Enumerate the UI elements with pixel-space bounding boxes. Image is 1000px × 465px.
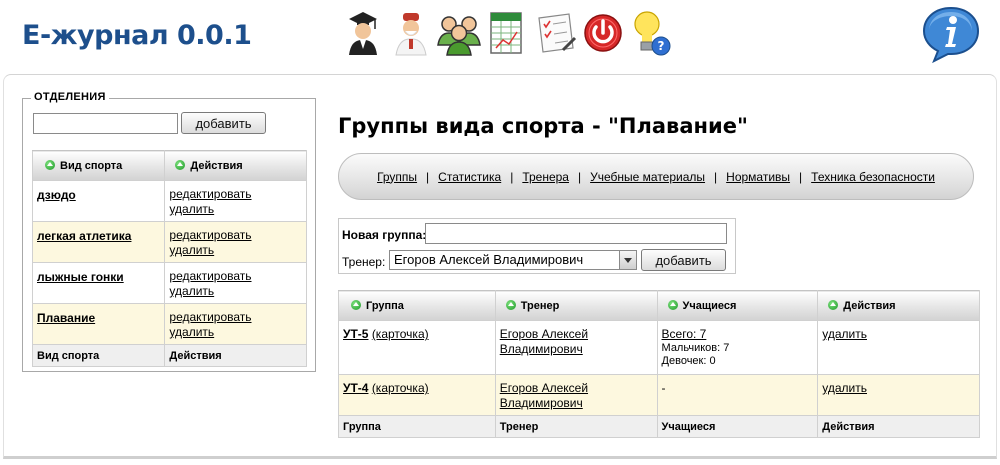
- nav-separator: |: [577, 169, 582, 184]
- nav-standards[interactable]: Нормативы: [726, 170, 790, 184]
- nav-statistics[interactable]: Статистика: [438, 170, 501, 184]
- trainer-link[interactable]: Владимирович: [500, 342, 653, 357]
- sport-link[interactable]: Плавание: [37, 311, 95, 325]
- trainer-column-footer: Тренер: [494, 415, 658, 438]
- sport-link[interactable]: дзюдо: [37, 188, 76, 202]
- nav-separator: |: [799, 169, 803, 184]
- delete-link[interactable]: удалить: [169, 325, 302, 340]
- app-title: Е-журнал 0.0.1: [22, 20, 252, 51]
- svg-text:?: ?: [658, 39, 665, 53]
- delete-link[interactable]: удалить: [169, 243, 302, 258]
- main-toolbar: ?: [340, 8, 674, 60]
- nav-groups[interactable]: Группы: [377, 170, 417, 184]
- nav-materials[interactable]: Учебные материалы: [590, 170, 705, 184]
- delete-group-link[interactable]: удалить: [822, 381, 975, 396]
- sort-icon: [175, 159, 186, 170]
- students-empty: -: [661, 381, 666, 395]
- table-row: УТ-4 (карточка) Егоров Алексей Владимиров…: [338, 374, 980, 416]
- trainer-column-header[interactable]: Тренер: [494, 290, 658, 321]
- group-card-link[interactable]: (карточка): [372, 327, 429, 341]
- actions-column-footer: Действия: [164, 344, 307, 367]
- nav-separator: |: [426, 169, 430, 184]
- trainer-select[interactable]: Егоров Алексей Владимирович: [389, 250, 637, 270]
- app-header: Е-журнал 0.0.1 ?: [0, 0, 1000, 75]
- trainer-link[interactable]: Егоров Алексей: [500, 381, 653, 396]
- sort-icon: [351, 299, 361, 310]
- table-row: легкая атлетика редактировать удалить: [31, 221, 307, 263]
- page-title: Группы вида спорта - "Плавание": [338, 114, 748, 138]
- student-icon[interactable]: [340, 8, 386, 58]
- spreadsheet-icon[interactable]: [484, 8, 530, 58]
- departments-legend: ОТДЕЛЕНИЯ: [31, 91, 109, 103]
- sport-column-footer: Вид спорта: [31, 344, 166, 367]
- girls-count: Девочек: 0: [661, 355, 716, 367]
- teacher-icon[interactable]: [388, 8, 434, 58]
- sort-icon: [667, 299, 678, 310]
- add-department-button[interactable]: добавить: [181, 112, 266, 134]
- actions-column-header[interactable]: Действия: [164, 150, 307, 181]
- delete-link[interactable]: удалить: [169, 202, 302, 217]
- trainer-selected-value: Егоров Алексей Владимирович: [394, 252, 584, 267]
- trainer-label: Тренер:: [342, 255, 386, 269]
- group-icon[interactable]: [436, 8, 482, 58]
- edit-link[interactable]: редактировать: [169, 269, 302, 284]
- new-group-form: Новая группа: Тренер: Егоров Алексей Вла…: [338, 218, 736, 274]
- group-link[interactable]: УТ-4: [343, 381, 368, 395]
- trainer-link[interactable]: Егоров Алексей: [500, 327, 653, 342]
- group-column-footer: Группа: [338, 415, 496, 438]
- nav-separator: |: [510, 169, 514, 184]
- students-column-footer: Учащиеся: [656, 415, 819, 438]
- group-card-link[interactable]: (карточка): [372, 381, 429, 395]
- add-group-button[interactable]: добавить: [641, 249, 726, 271]
- sport-link[interactable]: лыжные гонки: [37, 270, 124, 284]
- new-group-input[interactable]: [425, 223, 727, 244]
- table-row: Плавание редактировать удалить: [31, 303, 307, 345]
- group-actions-column-footer: Действия: [817, 415, 980, 438]
- trainer-link[interactable]: Владимирович: [500, 396, 653, 411]
- group-link[interactable]: УТ-5: [343, 327, 368, 341]
- chevron-down-icon[interactable]: [619, 251, 636, 269]
- table-row: УТ-5 (карточка) Егоров Алексей Владимиров…: [338, 320, 980, 375]
- info-icon[interactable]: [920, 4, 982, 64]
- departments-table: Вид спорта Действия дзюдо редактировать у…: [31, 150, 307, 367]
- delete-link[interactable]: удалить: [169, 284, 302, 299]
- edit-link[interactable]: редактировать: [169, 187, 302, 202]
- group-column-header[interactable]: Группа: [338, 290, 496, 321]
- students-column-header[interactable]: Учащиеся: [656, 290, 819, 321]
- table-row: дзюдо редактировать удалить: [31, 180, 307, 222]
- boys-count: Мальчиков: 7: [661, 342, 730, 354]
- nav-safety[interactable]: Техника безопасности: [811, 170, 935, 184]
- nav-trainers[interactable]: Тренера: [522, 170, 569, 184]
- groups-table: Группа Тренер Учащиеся Действия УТ-5 (ка…: [338, 290, 980, 438]
- sport-column-header[interactable]: Вид спорта: [31, 150, 166, 181]
- delete-group-link[interactable]: удалить: [822, 327, 975, 342]
- checklist-icon[interactable]: [532, 8, 578, 58]
- section-nav: Группы | Статистика | Тренера | Учебные …: [338, 153, 974, 200]
- department-name-input[interactable]: [33, 113, 178, 134]
- edit-link[interactable]: редактировать: [169, 310, 302, 325]
- nav-separator: |: [714, 169, 718, 184]
- departments-panel: ОТДЕЛЕНИЯ добавить Вид спорта Действия д…: [22, 91, 316, 372]
- sport-link[interactable]: легкая атлетика: [37, 229, 131, 243]
- help-bulb-icon[interactable]: ?: [628, 8, 674, 58]
- power-icon[interactable]: [580, 8, 626, 58]
- edit-link[interactable]: редактировать: [169, 228, 302, 243]
- new-group-label: Новая группа:: [342, 228, 427, 242]
- sort-icon: [828, 299, 839, 310]
- sort-icon: [45, 159, 55, 170]
- table-row: лыжные гонки редактировать удалить: [31, 262, 307, 304]
- sort-icon: [505, 299, 516, 310]
- group-actions-column-header[interactable]: Действия: [817, 290, 980, 321]
- students-total-link[interactable]: Всего: 7: [662, 327, 814, 342]
